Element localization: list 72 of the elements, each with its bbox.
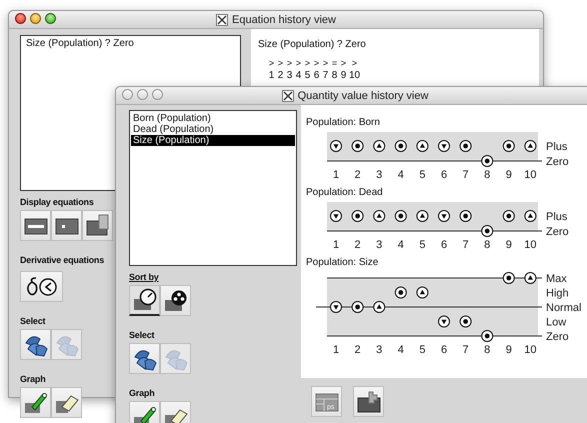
- level-label: Zero: [546, 331, 569, 343]
- step-number: 2: [354, 169, 361, 181]
- comparison-symbol: >: [314, 58, 320, 69]
- level-label: Zero: [546, 226, 569, 238]
- comparison-symbol: >: [352, 58, 358, 69]
- step-number: 1: [332, 239, 340, 251]
- step-number: 2: [354, 344, 361, 356]
- step-number: 9: [506, 239, 512, 251]
- step-number: 7: [462, 169, 469, 181]
- step-number: 10: [524, 169, 537, 181]
- step-number: 8: [484, 344, 490, 356]
- step-number: 8: [484, 169, 490, 181]
- step-number: 9: [340, 69, 346, 82]
- step-number: 2: [354, 239, 361, 251]
- step-number: 10: [524, 344, 537, 356]
- step-number: 5: [419, 344, 426, 356]
- step-number: 10: [524, 239, 537, 251]
- step-number: 5: [419, 169, 426, 181]
- step-number: 7: [322, 69, 328, 82]
- window-title: Quantity value history view: [298, 90, 428, 102]
- level-label: Max: [546, 273, 567, 285]
- step-number: 3: [376, 169, 382, 181]
- step-number: 1: [268, 69, 274, 82]
- section-heading: Select: [129, 330, 154, 341]
- step-number: 3: [376, 344, 382, 356]
- step-number: 4: [398, 239, 404, 251]
- section-heading: Graph: [129, 388, 155, 399]
- step-number: 3: [376, 239, 382, 251]
- step-number: 7: [462, 344, 469, 356]
- step-number: 4: [296, 69, 302, 82]
- comparison-symbol: >: [278, 58, 284, 69]
- level-label: High: [546, 288, 569, 300]
- comparison-symbol: >: [340, 58, 346, 69]
- comparison-symbol: >: [322, 58, 328, 69]
- graph-title: Population: Size: [306, 257, 378, 268]
- step-number: 3: [286, 69, 292, 82]
- step-number: 9: [506, 169, 512, 181]
- comparison-symbol: >: [268, 58, 274, 69]
- section-heading: Display equations: [20, 197, 94, 208]
- step-number: 6: [440, 169, 448, 181]
- section-heading: Derivative equations: [20, 255, 104, 266]
- section-heading: Sort by: [129, 272, 159, 283]
- step-number: 6: [440, 239, 448, 251]
- step-number: 2: [278, 69, 284, 82]
- step-number: 1: [332, 344, 340, 356]
- level-label: Low: [546, 316, 566, 328]
- step-number: 5: [419, 239, 426, 251]
- step-number: 5: [304, 69, 310, 82]
- comparison-symbol: >: [296, 58, 302, 69]
- graph-title: Population: Born: [306, 117, 380, 128]
- comparison-symbol: >: [304, 58, 310, 69]
- step-number: 1: [332, 169, 340, 181]
- equation-text: Size (Population) ? Zero: [258, 39, 366, 50]
- comparison-symbol: =: [332, 58, 338, 69]
- step-number: 6: [314, 69, 320, 82]
- comparison-symbol: >: [286, 58, 292, 69]
- section-heading: Select: [20, 316, 46, 327]
- step-number: 8: [332, 69, 338, 82]
- step-number: 4: [398, 169, 404, 181]
- level-label: Zero: [546, 156, 569, 168]
- step-number: 7: [462, 239, 469, 251]
- step-number: 6: [440, 344, 448, 356]
- level-label: Normal: [546, 302, 582, 314]
- step-number: 9: [506, 344, 512, 356]
- graph-title: Population: Dead: [306, 187, 383, 198]
- step-number: 10: [349, 69, 360, 82]
- level-label: Plus: [546, 141, 568, 153]
- step-number: 8: [484, 239, 490, 251]
- window-title: Equation history view: [232, 14, 336, 26]
- level-label: Plus: [546, 211, 568, 223]
- section-heading: Graph: [20, 374, 46, 385]
- step-number: 4: [398, 344, 404, 356]
